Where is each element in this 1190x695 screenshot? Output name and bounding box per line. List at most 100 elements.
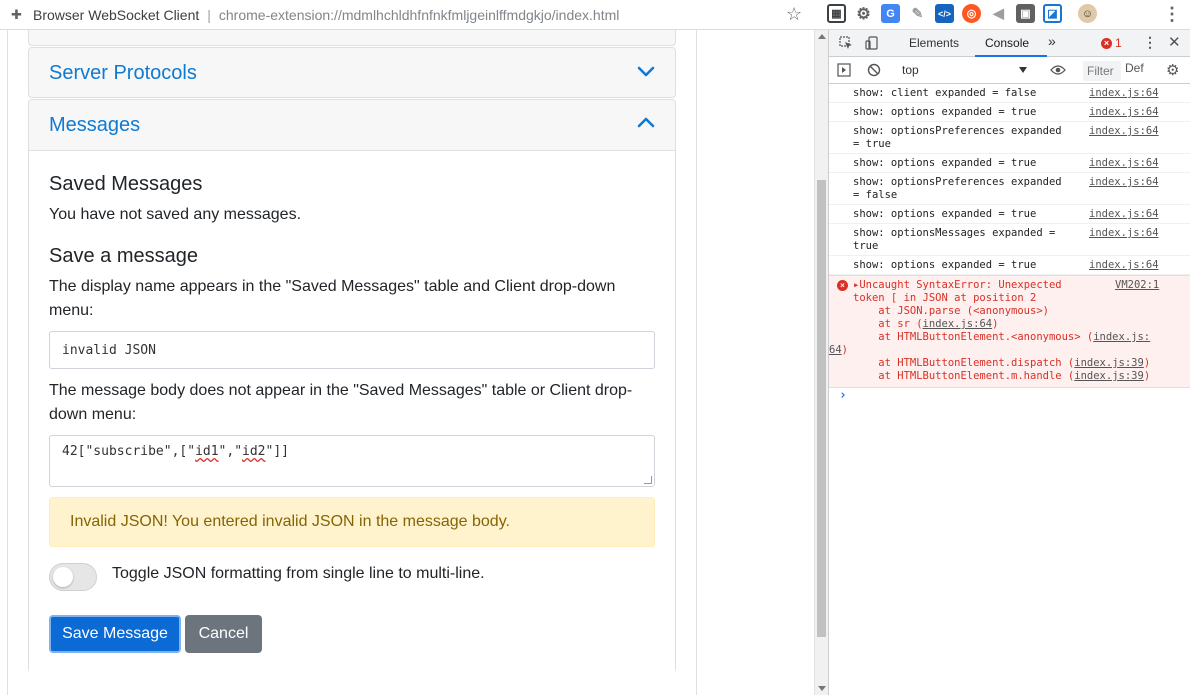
- sidebar-toggle-icon[interactable]: [837, 63, 851, 77]
- log-source-link[interactable]: index.js:64: [1089, 259, 1159, 272]
- console-toolbar: top Filter Def ⚙: [829, 57, 1190, 84]
- browser-title-bar: ✚ Browser WebSocket Client | chrome-exte…: [0, 0, 1190, 30]
- page-scrollbar[interactable]: [814, 30, 828, 695]
- context-value: top: [902, 63, 919, 77]
- image-icon[interactable]: ▣: [1016, 4, 1035, 23]
- stack-frame: at sr (index.js:64): [853, 318, 999, 330]
- error-message-line: token [ in JSON at position 2: [853, 292, 1037, 304]
- console-settings-gear-icon[interactable]: ⚙: [1166, 61, 1179, 79]
- stack-link[interactable]: 64: [829, 344, 842, 356]
- stack-link[interactable]: index.js:39: [1074, 370, 1144, 382]
- log-source-link[interactable]: index.js:64: [1089, 176, 1159, 189]
- gear-extension-icon[interactable]: ⚙: [854, 4, 873, 23]
- log-entry: show: optionsMessages expanded = true ind…: [829, 224, 1190, 256]
- log-source-link[interactable]: index.js:64: [1089, 87, 1159, 100]
- cancel-button[interactable]: Cancel: [185, 615, 262, 653]
- stack-link[interactable]: index.js:: [1093, 331, 1150, 343]
- megaphone-icon[interactable]: ◀: [989, 4, 1008, 23]
- error-count-badge[interactable]: × 1: [1101, 36, 1122, 50]
- scroll-down-arrow-icon[interactable]: [818, 686, 826, 691]
- resize-handle-icon[interactable]: [644, 476, 652, 484]
- stack-frame: at HTMLButtonElement.m.handle (index.js:…: [853, 370, 1151, 382]
- accordion-previous-section: [28, 30, 676, 46]
- log-source-link[interactable]: index.js:64: [1089, 208, 1159, 221]
- error-source-link[interactable]: VM202:1: [1115, 279, 1159, 292]
- context-dropdown-icon: [1019, 67, 1027, 73]
- log-entry: show: options expanded = true index.js:64: [829, 205, 1190, 224]
- message-body-textarea[interactable]: 42["subscribe",["id1","id2"]]: [49, 435, 655, 487]
- devtools-tab-bar: Elements Console » × 1 ⋮ ✕: [829, 30, 1190, 57]
- devtools-menu-icon[interactable]: ⋮: [1143, 34, 1157, 51]
- accordion-server-protocols[interactable]: Server Protocols: [28, 47, 676, 98]
- puzzle-icon: ✚: [11, 6, 22, 22]
- console-prompt[interactable]: ›: [829, 388, 1190, 406]
- log-entry: show: optionsPreferences expanded = true…: [829, 122, 1190, 154]
- log-source-link[interactable]: index.js:64: [1089, 157, 1159, 170]
- qr-code-icon[interactable]: ▦: [827, 4, 846, 23]
- messages-header[interactable]: Messages: [29, 100, 675, 150]
- live-expression-eye-icon[interactable]: [1050, 63, 1066, 77]
- more-tabs-icon[interactable]: »: [1048, 33, 1056, 49]
- body-text-suffix: "]]: [265, 444, 289, 459]
- display-name-description: The display name appears in the "Saved M…: [49, 278, 616, 319]
- server-protocols-title[interactable]: Server Protocols: [49, 62, 197, 85]
- tab-elements[interactable]: Elements: [909, 36, 959, 50]
- save-message-heading: Save a message: [49, 245, 198, 267]
- scrollbar-thumb[interactable]: [817, 180, 826, 637]
- body-text-mid: ",": [218, 444, 243, 459]
- stack-frame: 64): [829, 344, 848, 356]
- extension-page: Server Protocols Messages Saved Messages…: [0, 30, 814, 695]
- extension-toolbar: ▦ ⚙ G ✎ </> ◎ ◀ ▣ ◪ ☺: [827, 4, 1097, 23]
- lifebuoy-icon[interactable]: ◎: [962, 4, 981, 23]
- log-source-link[interactable]: index.js:64: [1089, 125, 1159, 138]
- body-text-id2: id2: [242, 444, 266, 459]
- log-source-link[interactable]: index.js:64: [1089, 106, 1159, 119]
- console-log: show: client expanded = false index.js:64…: [829, 84, 1190, 406]
- log-entry: show: client expanded = false index.js:64: [829, 84, 1190, 103]
- inspect-element-icon[interactable]: [839, 36, 853, 50]
- display-name-input[interactable]: invalid JSON: [49, 331, 655, 369]
- code-icon[interactable]: </>: [935, 4, 954, 23]
- avatar[interactable]: ☺: [1078, 4, 1097, 23]
- stack-link[interactable]: index.js:64: [923, 318, 993, 330]
- log-source-link[interactable]: index.js:64: [1089, 227, 1159, 240]
- tab-console[interactable]: Console: [985, 36, 1029, 50]
- log-entry: show: options expanded = true index.js:64: [829, 103, 1190, 122]
- chevron-down-icon[interactable]: [637, 62, 655, 80]
- no-saved-messages-text: You have not saved any messages.: [49, 206, 302, 223]
- stack-link[interactable]: index.js:39: [1074, 357, 1144, 369]
- scroll-up-arrow-icon[interactable]: [818, 34, 826, 39]
- feather-icon[interactable]: ✎: [908, 4, 927, 23]
- error-icon: ×: [1101, 37, 1112, 49]
- messages-panel: Saved Messages You have not saved any me…: [29, 150, 675, 673]
- log-entry: show: optionsPreferences expanded = fals…: [829, 173, 1190, 205]
- messages-title[interactable]: Messages: [49, 114, 140, 137]
- log-levels-dropdown[interactable]: Def: [1125, 61, 1144, 75]
- browser-menu-icon[interactable]: ⋮: [1163, 4, 1181, 25]
- log-entry: show: options expanded = true index.js:64: [829, 256, 1190, 275]
- console-filter-input[interactable]: Filter: [1083, 61, 1121, 81]
- clear-console-icon[interactable]: [867, 63, 881, 77]
- address-bar-url[interactable]: chrome-extension://mdmlhchldhfnfnkfmljge…: [219, 7, 619, 23]
- body-text-id1: id1: [195, 444, 219, 459]
- devtools-panel: Elements Console » × 1 ⋮ ✕ top Filter De…: [828, 30, 1190, 695]
- device-toolbar-icon[interactable]: [865, 36, 879, 50]
- close-devtools-icon[interactable]: ✕: [1168, 33, 1181, 51]
- toggle-knob: [53, 567, 73, 587]
- invalid-json-alert: Invalid JSON! You entered invalid JSON i…: [49, 497, 655, 547]
- stack-frame: at JSON.parse (<anonymous>): [853, 305, 1049, 317]
- page-title: Browser WebSocket Client: [33, 6, 200, 23]
- error-entry: × ▸Uncaught SyntaxError: Unexpected toke…: [829, 275, 1190, 388]
- context-selector[interactable]: top: [895, 61, 1031, 79]
- json-format-toggle[interactable]: [49, 563, 97, 591]
- translate-icon[interactable]: G: [881, 4, 900, 23]
- title-separator: |: [207, 6, 211, 23]
- cast-icon[interactable]: ◪: [1043, 4, 1062, 23]
- body-text-prefix: 42["subscribe",[": [62, 444, 196, 459]
- accordion-messages: Messages Saved Messages You have not sav…: [28, 99, 676, 673]
- save-message-button[interactable]: Save Message: [49, 615, 181, 653]
- bookmark-star-icon[interactable]: ☆: [786, 4, 802, 25]
- stack-frame: at HTMLButtonElement.<anonymous> (index.…: [853, 331, 1151, 343]
- chevron-up-icon[interactable]: [637, 114, 655, 132]
- error-count: 1: [1115, 36, 1122, 50]
